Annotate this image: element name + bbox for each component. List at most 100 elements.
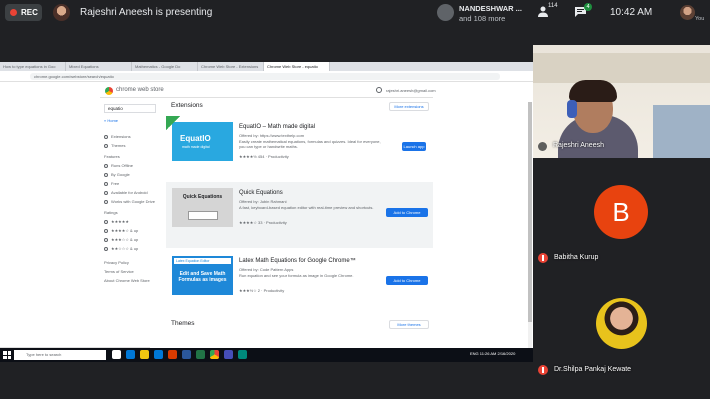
filter-free[interactable]: Free	[104, 181, 119, 186]
excel-icon[interactable]	[196, 350, 205, 359]
more-extensions-button[interactable]: More extensions	[389, 102, 429, 111]
rating-option[interactable]: ★★★☆☆ & up	[104, 237, 138, 242]
address-bar[interactable]: chrome.google.com/webstore/search/equati…	[30, 73, 500, 80]
tile-name: Dr.Shilpa Pankaj Kewate	[554, 366, 632, 373]
browser-tab[interactable]: Chrome Web Store - Extensions	[198, 62, 264, 71]
extension-description: Run equation and see your formula as ima…	[239, 273, 354, 278]
filter-extensions[interactable]: Extensions	[104, 134, 131, 139]
extension-description: A fast, keyboard-based equation editor w…	[239, 205, 374, 210]
rating-option[interactable]: ★★★★★	[104, 219, 129, 224]
filter-by-google[interactable]: By Google	[104, 172, 130, 177]
store-header: chrome web store rajeshri.aneesh@gmail.c…	[100, 82, 436, 98]
edge-icon[interactable]	[126, 350, 135, 359]
chrome-icon[interactable]	[210, 350, 219, 359]
radio-icon	[104, 143, 108, 148]
filter-android[interactable]: Available for Android	[104, 190, 148, 195]
presenter-status: Rajeshri Aneesh is presenting	[80, 7, 213, 18]
store-user[interactable]: rajeshri.aneesh@gmail.com	[386, 88, 436, 93]
extension-name[interactable]: EquatIO – Math made digital	[239, 124, 315, 130]
home-link[interactable]: « Home	[104, 118, 118, 123]
presenter-video-tile[interactable]: Rajeshri Aneesh	[533, 45, 710, 158]
tile-name: Rajeshri Aneesh	[553, 142, 604, 149]
extension-publisher: Offered by: https://www.texthelp.com	[239, 133, 305, 138]
system-tray[interactable]: ENG 11:26 AM 2/16/2020	[470, 351, 515, 356]
background-chair	[653, 105, 710, 158]
filter-runs-offline[interactable]: Runs Offline	[104, 163, 133, 168]
web-store-page: chrome web store rajeshri.aneesh@gmail.c…	[0, 82, 533, 358]
add-to-chrome-button[interactable]: Add to Chrome	[386, 208, 428, 217]
extension-publisher: Offered by: Code Pattern Apps	[239, 267, 294, 272]
scrollbar-thumb[interactable]	[528, 102, 532, 322]
shared-screen: How to type equations in Goo Mixed Equat…	[0, 62, 533, 362]
launch-app-button[interactable]: Launch app	[402, 142, 426, 151]
store-search-input[interactable]: equatio	[104, 104, 156, 113]
mic-on-icon	[538, 142, 547, 151]
file-explorer-icon[interactable]	[140, 350, 149, 359]
powerpoint-icon[interactable]	[168, 350, 177, 359]
extension-card-equatio[interactable]: EquatIO math made digital EquatIO – Math…	[166, 116, 433, 182]
windows-start-icon[interactable]	[3, 351, 11, 359]
filter-label: Available for Android	[111, 190, 148, 195]
teams-icon[interactable]	[224, 350, 233, 359]
meet-icon[interactable]	[238, 350, 247, 359]
taskbar-search-input[interactable]: Type here to search	[14, 350, 106, 360]
browser-tab-active[interactable]: Chrome Web Store - equatio	[264, 62, 330, 71]
rating-label: ★★★★☆ & up	[111, 228, 139, 233]
thumb-title: Edit and Save Math Formulas as images	[178, 271, 227, 283]
filter-label: Runs Offline	[111, 163, 133, 168]
presenter-avatar	[53, 4, 70, 21]
rating-option[interactable]: ★★☆☆☆ & up	[104, 246, 138, 251]
extension-card-quick-equations[interactable]: Quick Equations Quick Equations Offered …	[166, 182, 433, 248]
windows-taskbar: Type here to search ENG 11:26 AM 2/16/20…	[0, 348, 533, 362]
footer-link[interactable]: About Chrome Web Store	[104, 278, 150, 283]
filter-themes[interactable]: Themes	[104, 143, 125, 148]
web-store-logo-icon[interactable]	[105, 87, 113, 95]
extension-name[interactable]: Quick Equations	[239, 190, 283, 196]
store-icon[interactable]	[154, 350, 163, 359]
mic-off-icon	[538, 253, 548, 263]
page-scrollbar[interactable]	[528, 102, 532, 358]
participant-avatar	[437, 4, 454, 21]
radio-icon	[104, 228, 108, 233]
gear-icon[interactable]	[376, 87, 382, 93]
chat-badge: 4	[584, 3, 592, 11]
clock: 10:42 AM	[610, 7, 653, 18]
word-icon[interactable]	[182, 350, 191, 359]
filter-drive[interactable]: Works with Google Drive	[104, 199, 155, 204]
extensions-heading: Extensions	[171, 102, 203, 109]
extension-name[interactable]: Latex Math Equations for Google Chrome™	[239, 258, 356, 264]
extension-card-latex[interactable]: Latex Equation Editor Edit and Save Math…	[166, 250, 433, 316]
rating-label: ★★★★★	[111, 219, 129, 224]
checkbox-icon	[104, 199, 108, 204]
radio-icon	[104, 237, 108, 242]
taskbar-apps	[112, 350, 247, 359]
add-to-chrome-button[interactable]: Add to Chrome	[386, 276, 428, 285]
person-hair	[569, 80, 617, 102]
extension-rating: ★★★½☆ 2 · Productivity	[239, 288, 285, 293]
filter-label: Extensions	[111, 134, 131, 139]
people-count: 114	[548, 3, 558, 9]
checkbox-icon	[104, 190, 108, 195]
participant-chip[interactable]: NANDESHWAR ... and 108 more	[437, 2, 532, 24]
filter-label: Free	[111, 181, 120, 186]
browser-tab[interactable]: Mathematics - Google Do	[132, 62, 198, 71]
radio-icon	[104, 134, 108, 139]
participant-photo-avatar	[596, 298, 647, 349]
radio-icon	[104, 246, 108, 251]
rating-option[interactable]: ★★★★☆ & up	[104, 228, 138, 233]
browser-tab-strip: How to type equations in Goo Mixed Equat…	[0, 62, 533, 71]
latex-thumbnail: Latex Equation Editor Edit and Save Math…	[172, 256, 233, 295]
meet-window: REC Rajeshri Aneesh is presenting NANDES…	[0, 0, 710, 399]
browser-tab[interactable]: How to type equations in Goo	[0, 62, 66, 71]
self-label: You	[695, 16, 705, 22]
footer-link[interactable]: Privacy Policy	[104, 260, 129, 265]
filter-label: By Google	[111, 172, 130, 177]
more-themes-button[interactable]: More themes	[389, 320, 429, 329]
browser-tab[interactable]: Mixed Equations	[66, 62, 132, 71]
store-title[interactable]: chrome web store	[116, 87, 164, 93]
tile-name: Babitha Kurup	[554, 254, 599, 261]
task-view-icon[interactable]	[112, 350, 121, 359]
self-avatar[interactable]	[680, 5, 695, 20]
footer-link[interactable]: Terms of Service	[104, 269, 134, 274]
checkbox-icon	[104, 163, 108, 168]
